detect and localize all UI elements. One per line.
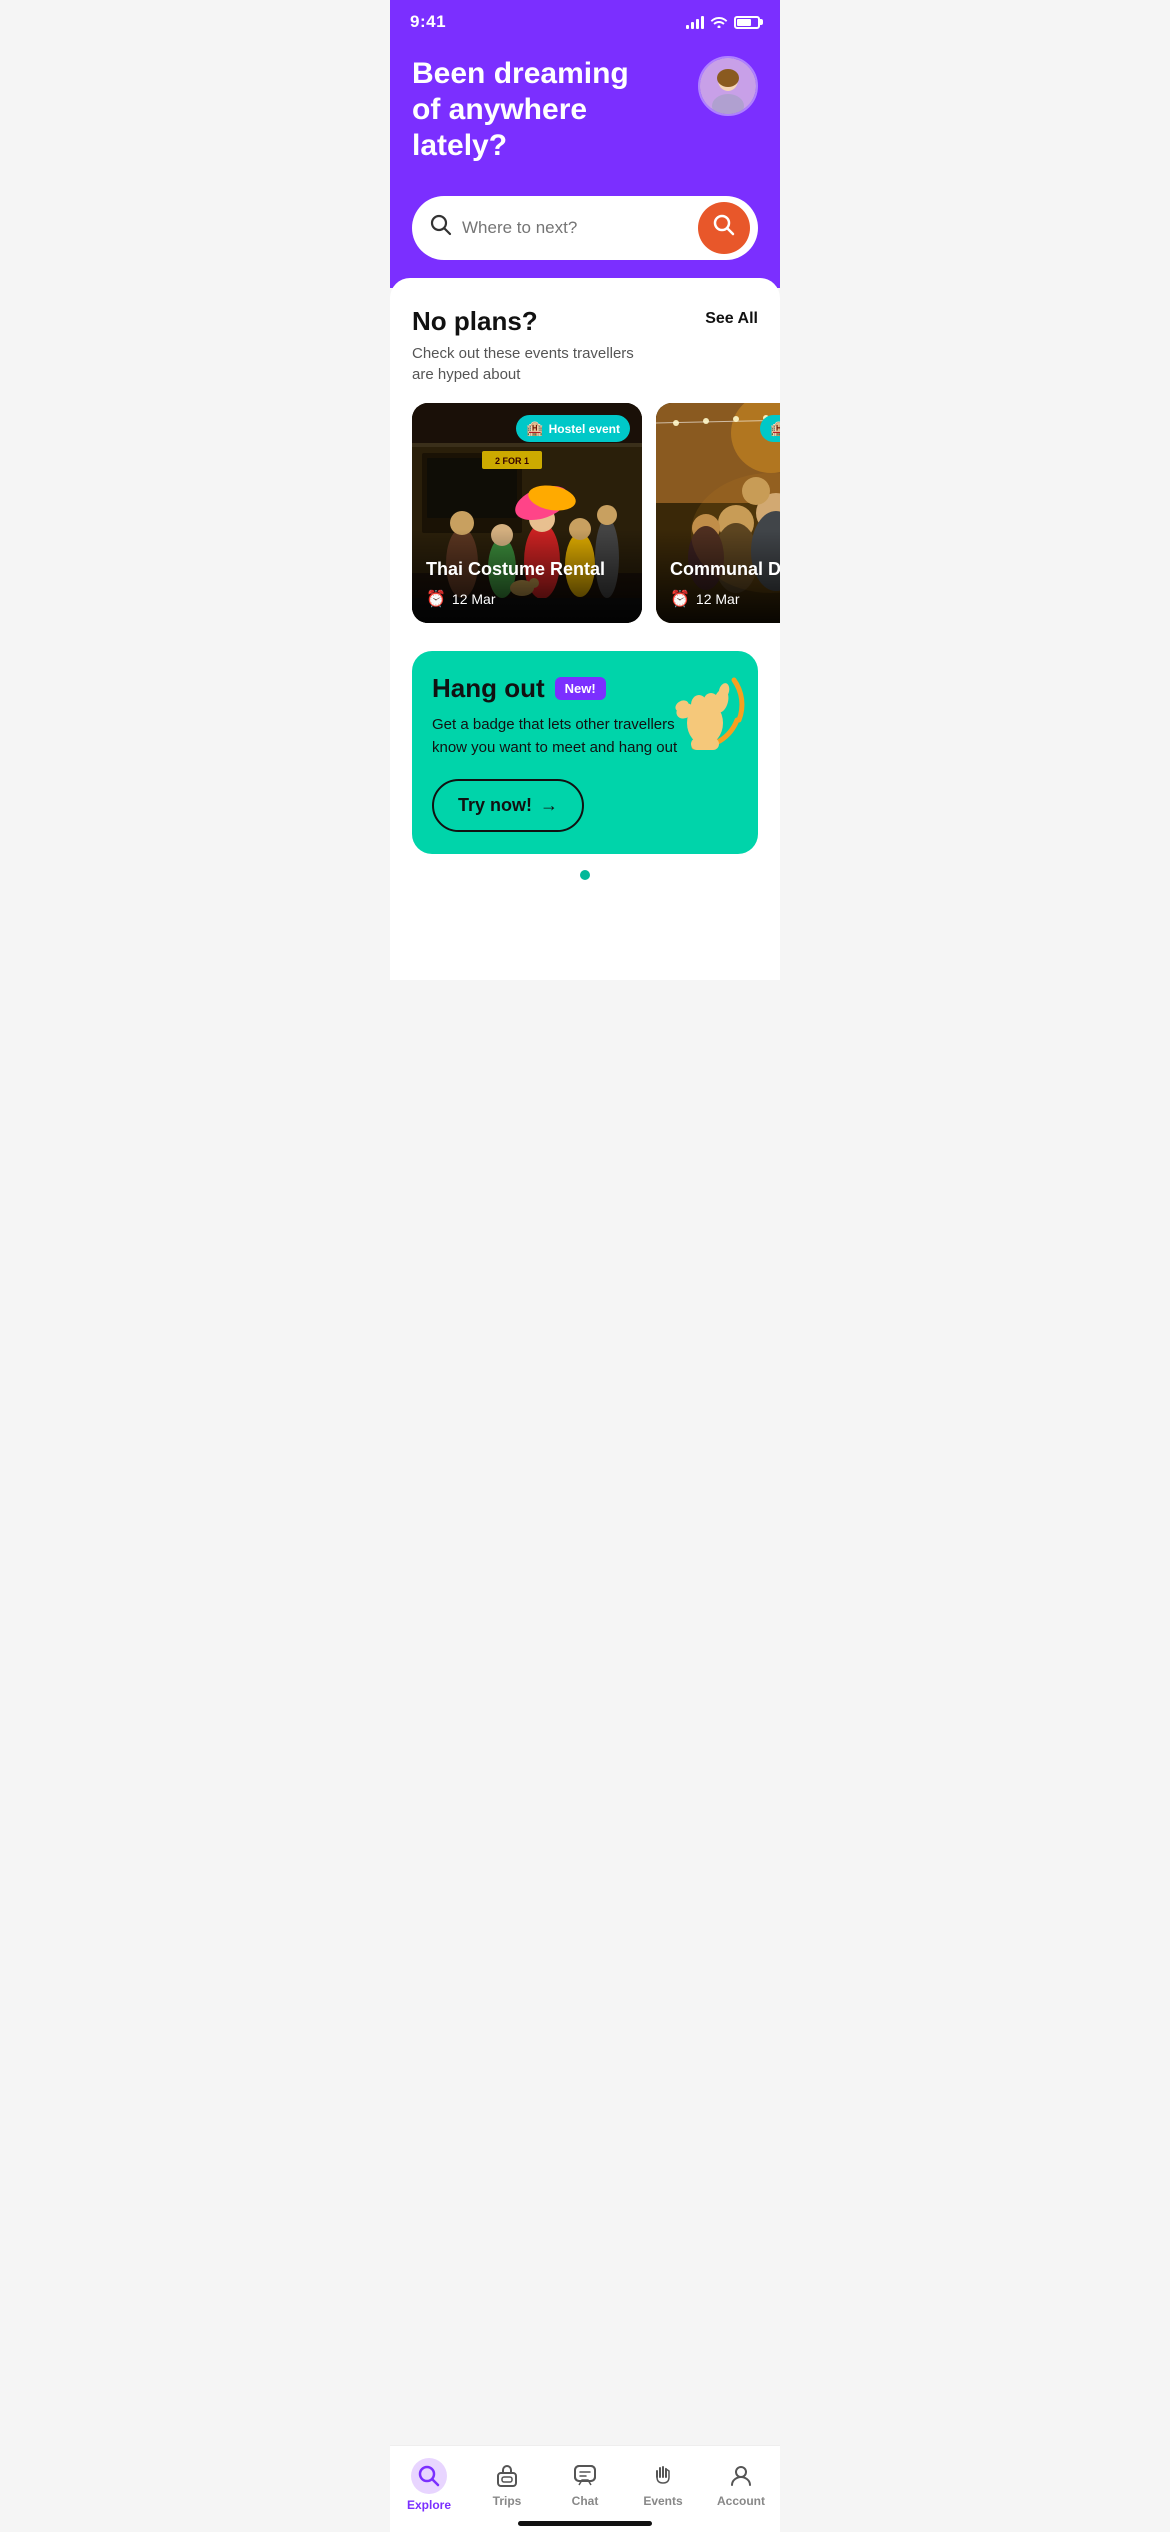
event-card-title: Thai Costume Rental	[426, 559, 628, 581]
wave-hand-graphic	[659, 665, 744, 750]
header: Been dreaming of anywhere lately?	[390, 40, 780, 196]
status-bar: 9:41	[390, 0, 780, 40]
event-date-label: 12 Mar	[452, 591, 496, 607]
chat-icon	[571, 2462, 599, 2490]
event-card-badge: 🏨 Hostel event	[760, 415, 780, 442]
hangout-card: Hang out New! Get a badge that lets othe…	[412, 651, 758, 854]
badge-label: Hostel event	[549, 422, 620, 436]
avatar[interactable]	[698, 56, 758, 116]
events-icon	[649, 2462, 677, 2490]
nav-label-events: Events	[643, 2494, 682, 2508]
hangout-section: Hang out New! Get a badge that lets othe…	[412, 651, 758, 880]
hangout-header: Hang out New!	[432, 673, 692, 704]
hostel-icon: 🏨	[526, 420, 543, 437]
trips-icon	[493, 2462, 521, 2490]
event-card-title: Communal Dinner	[670, 559, 780, 581]
section-title: No plans?	[412, 306, 652, 337]
status-time: 9:41	[410, 12, 446, 32]
event-card-date: ⏰ 12 Mar	[670, 589, 780, 609]
no-plans-section-header: No plans? Check out these events travell…	[390, 306, 780, 385]
clock-icon: ⏰	[426, 589, 446, 609]
explore-icon	[411, 2458, 447, 2494]
search-button-icon	[712, 213, 736, 243]
try-now-arrow: →	[540, 795, 558, 816]
content-area: No plans? Check out these events travell…	[390, 278, 780, 980]
event-card[interactable]: 2 FOR 1 🏨 Hostel event Thai Costume Rent…	[412, 403, 642, 623]
event-card-overlay: Thai Costume Rental ⏰ 12 Mar	[412, 529, 642, 623]
search-icon-left	[430, 214, 452, 242]
event-date-label: 12 Mar	[696, 591, 740, 607]
section-title-block: No plans? Check out these events travell…	[412, 306, 652, 385]
event-card-badge: 🏨 Hostel event	[516, 415, 630, 442]
nav-label-chat: Chat	[572, 2494, 599, 2508]
nav-item-events[interactable]: Events	[633, 2462, 693, 2508]
event-cards-scroll[interactable]: 2 FOR 1 🏨 Hostel event Thai Costume Rent…	[390, 403, 780, 623]
avatar-image	[700, 58, 756, 114]
nav-label-account: Account	[717, 2494, 765, 2508]
event-card[interactable]: 🏨 Hostel event Communal Dinner ⏰ 12 Mar	[656, 403, 780, 623]
status-icons	[686, 14, 760, 31]
event-card-date: ⏰ 12 Mar	[426, 589, 628, 609]
nav-item-account[interactable]: Account	[711, 2462, 771, 2508]
nav-item-chat[interactable]: Chat	[555, 2462, 615, 2508]
try-now-button[interactable]: Try now! →	[432, 779, 584, 832]
section-subtitle: Check out these events travellers are hy…	[412, 343, 652, 385]
hangout-description: Get a badge that lets other travellers k…	[432, 714, 692, 759]
try-now-label: Try now!	[458, 795, 532, 816]
bottom-navigation: Explore Trips Chat	[390, 2445, 780, 2532]
nav-label-trips: Trips	[493, 2494, 522, 2508]
home-indicator	[518, 2521, 652, 2526]
pagination-dot-active	[580, 870, 590, 880]
search-input[interactable]	[462, 218, 688, 238]
signal-icon	[686, 15, 704, 29]
search-section	[390, 196, 780, 288]
battery-icon	[734, 16, 760, 29]
hangout-content: Hang out New! Get a badge that lets othe…	[432, 673, 692, 832]
hostel-icon: 🏨	[770, 420, 780, 437]
svg-text:2 FOR 1: 2 FOR 1	[495, 456, 529, 466]
search-button[interactable]	[698, 202, 750, 254]
event-card-overlay: Communal Dinner ⏰ 12 Mar	[656, 529, 780, 623]
nav-item-explore[interactable]: Explore	[399, 2458, 459, 2512]
wifi-icon	[710, 14, 728, 31]
pagination-dots	[412, 870, 758, 880]
account-icon	[727, 2462, 755, 2490]
new-badge: New!	[555, 677, 606, 700]
nav-item-trips[interactable]: Trips	[477, 2462, 537, 2508]
see-all-button[interactable]: See All	[705, 306, 758, 328]
nav-label-explore: Explore	[407, 2498, 451, 2512]
hangout-title: Hang out	[432, 673, 545, 704]
header-title: Been dreaming of anywhere lately?	[412, 56, 662, 164]
search-bar	[412, 196, 758, 260]
clock-icon: ⏰	[670, 589, 690, 609]
